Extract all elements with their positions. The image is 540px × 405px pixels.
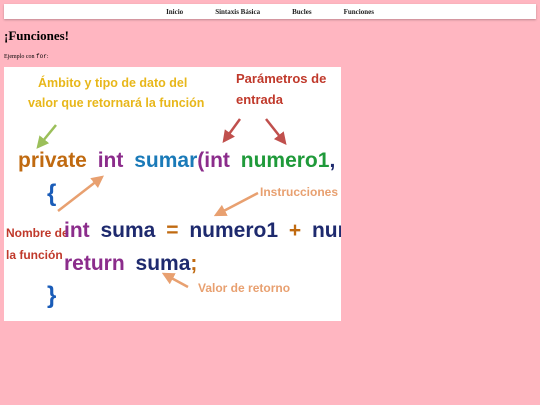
annotation-nombre-line2: la función <box>6 248 63 262</box>
code-comma: , <box>329 149 335 172</box>
code-semicolon-2: ; <box>190 252 197 275</box>
code-private: private <box>18 149 87 172</box>
code-return-line: return suma; <box>64 252 197 275</box>
annotation-parametros-line2: entrada <box>236 92 284 107</box>
code-paren-open: ( <box>197 149 204 172</box>
annotation-parametros-line1: Parámetros de <box>236 71 326 86</box>
subtitle-suffix: : <box>46 54 49 60</box>
code-plus: + <box>289 219 301 242</box>
top-navigation: Inicio Sintaxis Básica Bucles Funciones <box>4 4 536 19</box>
page-subtitle: Ejemplo con for: <box>4 53 48 60</box>
function-diagram-image: Ámbito y tipo de dato del valor que reto… <box>4 67 341 321</box>
arrow-parametros-right <box>265 118 287 145</box>
code-suma-ret: suma <box>136 252 191 275</box>
code-brace-open: { <box>47 180 56 207</box>
nav-link-sintaxis-basica[interactable]: Sintaxis Básica <box>199 8 276 16</box>
code-brace-close: } <box>47 282 56 309</box>
code-int-local: int <box>64 219 90 242</box>
code-return: return <box>64 252 125 275</box>
subtitle-code: for <box>36 53 47 60</box>
nav-link-funciones[interactable]: Funciones <box>328 8 390 16</box>
arrow-parametros-left <box>222 118 242 144</box>
code-numero1: numero1 <box>241 149 330 172</box>
arrow-retorno <box>161 272 189 289</box>
annotation-valor-retorno: Valor de retorno <box>198 281 290 295</box>
annotation-ambito-line2: valor que retornará la función <box>28 96 204 110</box>
code-equals: = <box>166 219 178 242</box>
code-int-param1: int <box>204 149 230 172</box>
code-sumar: sumar <box>134 149 197 172</box>
code-numero2-ref: numero2 <box>312 219 341 242</box>
page-title: ¡Funciones! <box>4 28 69 43</box>
code-suma-var: suma <box>101 219 156 242</box>
code-int: int <box>98 149 124 172</box>
subtitle-text: Ejemplo con <box>4 54 36 60</box>
arrow-instrucciones <box>213 191 259 217</box>
code-signature-line: private int sumar(int numero1, int numer… <box>18 149 341 172</box>
code-numero1-ref: numero1 <box>189 219 278 242</box>
arrow-nombre <box>57 175 104 212</box>
nav-link-bucles[interactable]: Bucles <box>276 8 327 16</box>
annotation-ambito-line1: Ámbito y tipo de dato del <box>38 75 187 90</box>
annotation-instrucciones: Instrucciones <box>260 185 338 199</box>
annotation-nombre-line1: Nombre de <box>6 226 69 240</box>
arrow-ambito <box>36 124 57 149</box>
code-body-line: int suma = numero1 + numero2; <box>64 219 341 242</box>
nav-link-inicio[interactable]: Inicio <box>150 8 199 16</box>
